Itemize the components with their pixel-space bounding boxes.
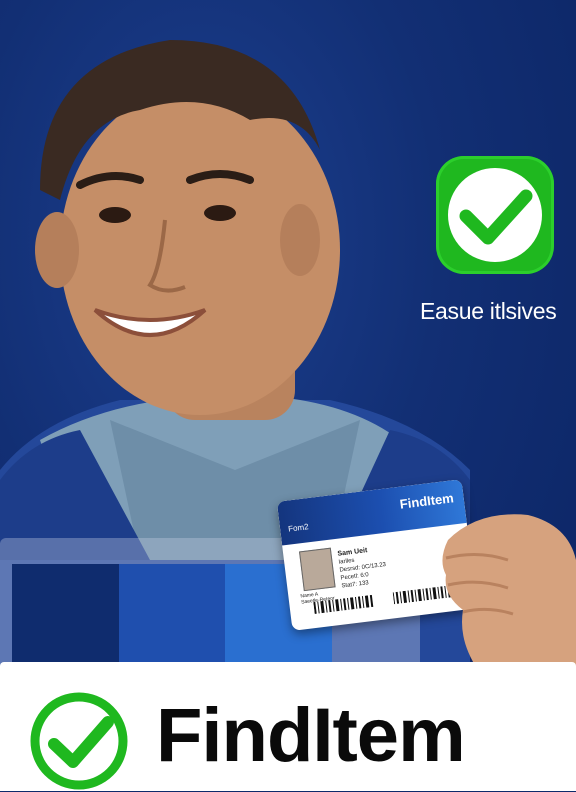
card-photo	[298, 547, 336, 592]
check-badge-icon	[436, 156, 554, 274]
card-details: Sam Ueit Iarlles Desrsd: 0C/13.23 Pecetl…	[337, 545, 388, 590]
check-circle-icon	[30, 692, 128, 790]
hand	[442, 514, 576, 670]
color-strips	[12, 564, 333, 674]
tagline-text: Easue itlsives	[420, 298, 557, 324]
footer-brand-name: FindItem	[156, 693, 466, 778]
